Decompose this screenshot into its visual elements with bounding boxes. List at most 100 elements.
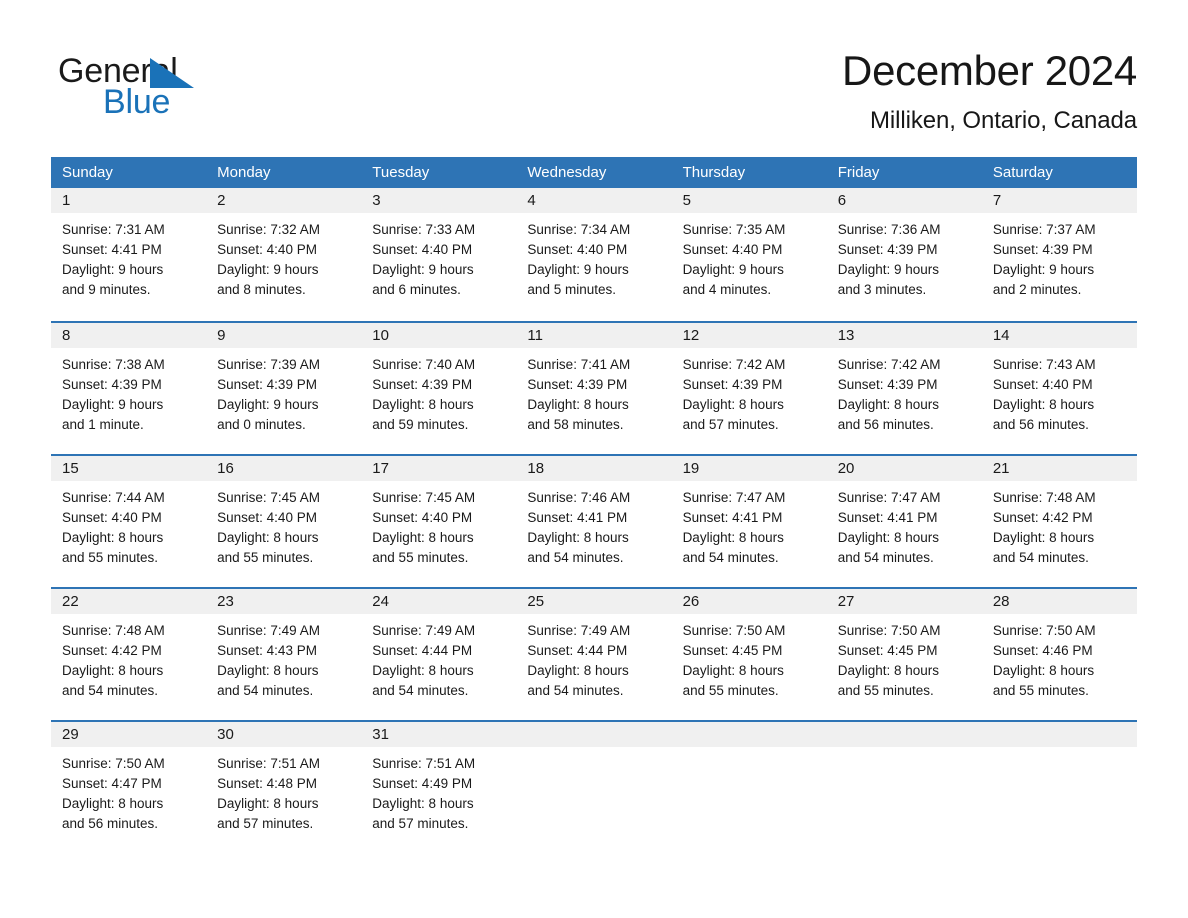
day-cell[interactable]: 3 Sunrise: 7:33 AM Sunset: 4:40 PM Dayli… bbox=[361, 188, 517, 321]
daylight-text-line2: and 55 minutes. bbox=[992, 683, 1089, 698]
day-number: 14 bbox=[992, 327, 1010, 344]
sunrise-text: Sunrise: 7:51 AM bbox=[372, 756, 476, 771]
day-cell[interactable]: 18 Sunrise: 7:46 AM Sunset: 4:41 PM Dayl… bbox=[516, 456, 672, 587]
daylight-text-line2: and 54 minutes. bbox=[527, 683, 624, 698]
sunset-text: Sunset: 4:48 PM bbox=[217, 776, 317, 791]
day-number-band: 31 bbox=[361, 722, 517, 747]
day-cell-empty bbox=[671, 722, 827, 853]
sunrise-text: Sunrise: 7:49 AM bbox=[217, 623, 320, 638]
daylight-text-line2: and 54 minutes. bbox=[527, 550, 624, 565]
day-info: Sunrise: 7:47 AM Sunset: 4:41 PM Dayligh… bbox=[827, 481, 982, 568]
day-cell[interactable]: 31 Sunrise: 7:51 AM Sunset: 4:49 PM Dayl… bbox=[361, 722, 517, 853]
day-number: 9 bbox=[217, 327, 226, 344]
day-cell[interactable]: 2 Sunrise: 7:32 AM Sunset: 4:40 PM Dayli… bbox=[206, 188, 362, 321]
sunrise-text: Sunrise: 7:38 AM bbox=[62, 357, 165, 372]
day-info: Sunrise: 7:42 AM Sunset: 4:39 PM Dayligh… bbox=[672, 348, 827, 435]
day-cell[interactable]: 21 Sunrise: 7:48 AM Sunset: 4:42 PM Dayl… bbox=[981, 456, 1137, 587]
day-cell[interactable]: 14 Sunrise: 7:43 AM Sunset: 4:40 PM Dayl… bbox=[981, 323, 1137, 454]
day-info: Sunrise: 7:49 AM Sunset: 4:44 PM Dayligh… bbox=[516, 614, 671, 701]
sunset-text: Sunset: 4:41 PM bbox=[837, 510, 938, 525]
day-number: 11 bbox=[527, 327, 543, 344]
sunset-text: Sunset: 4:39 PM bbox=[372, 377, 473, 392]
day-info: Sunrise: 7:41 AM Sunset: 4:39 PM Dayligh… bbox=[516, 348, 671, 435]
general-blue-logo[interactable]: General Blue bbox=[58, 52, 318, 122]
day-cell-empty bbox=[826, 722, 982, 853]
sunrise-text: Sunrise: 7:50 AM bbox=[837, 623, 941, 638]
day-number-band: 27 bbox=[826, 589, 982, 614]
day-cell[interactable]: 1 Sunrise: 7:31 AM Sunset: 4:41 PM Dayli… bbox=[51, 188, 207, 321]
day-cell[interactable]: 12 Sunrise: 7:42 AM Sunset: 4:39 PM Dayl… bbox=[671, 323, 827, 454]
day-cell[interactable]: 22 Sunrise: 7:48 AM Sunset: 4:42 PM Dayl… bbox=[51, 589, 207, 720]
daylight-text-line2: and 6 minutes. bbox=[372, 282, 461, 297]
day-number-band: 26 bbox=[671, 589, 827, 614]
day-number-band bbox=[981, 722, 1137, 747]
daylight-text-line1: Daylight: 8 hours bbox=[217, 796, 319, 811]
daylight-text-line1: Daylight: 9 hours bbox=[682, 262, 784, 277]
page-header: General Blue December 2024 Milliken, Ont… bbox=[0, 0, 1188, 156]
day-cell[interactable]: 17 Sunrise: 7:45 AM Sunset: 4:40 PM Dayl… bbox=[361, 456, 517, 587]
day-cell[interactable]: 26 Sunrise: 7:50 AM Sunset: 4:45 PM Dayl… bbox=[671, 589, 827, 720]
daylight-text-line2: and 8 minutes. bbox=[217, 282, 306, 297]
day-cell[interactable]: 28 Sunrise: 7:50 AM Sunset: 4:46 PM Dayl… bbox=[981, 589, 1137, 720]
daylight-text-line1: Daylight: 8 hours bbox=[372, 397, 474, 412]
day-number-band: 18 bbox=[516, 456, 672, 481]
daylight-text-line2: and 59 minutes. bbox=[372, 417, 469, 432]
day-cell[interactable]: 13 Sunrise: 7:42 AM Sunset: 4:39 PM Dayl… bbox=[826, 323, 982, 454]
day-number: 17 bbox=[372, 460, 389, 477]
daylight-text-line1: Daylight: 8 hours bbox=[837, 530, 940, 545]
day-cell[interactable]: 5 Sunrise: 7:35 AM Sunset: 4:40 PM Dayli… bbox=[671, 188, 827, 321]
day-number-band: 13 bbox=[826, 323, 982, 348]
day-number: 7 bbox=[992, 192, 1002, 209]
sunrise-text: Sunrise: 7:32 AM bbox=[217, 222, 320, 237]
day-info: Sunrise: 7:43 AM Sunset: 4:40 PM Dayligh… bbox=[982, 348, 1137, 435]
day-number: 6 bbox=[837, 192, 847, 209]
day-number-band: 2 bbox=[206, 188, 362, 213]
day-cell[interactable]: 11 Sunrise: 7:41 AM Sunset: 4:39 PM Dayl… bbox=[516, 323, 672, 454]
day-cell[interactable]: 16 Sunrise: 7:45 AM Sunset: 4:40 PM Dayl… bbox=[206, 456, 362, 587]
sunset-text: Sunset: 4:47 PM bbox=[62, 776, 162, 791]
sunrise-text: Sunrise: 7:48 AM bbox=[992, 490, 1096, 505]
day-number-band: 4 bbox=[516, 188, 672, 213]
day-info: Sunrise: 7:50 AM Sunset: 4:47 PM Dayligh… bbox=[51, 747, 206, 834]
day-number-band: 1 bbox=[51, 188, 207, 213]
sunset-text: Sunset: 4:40 PM bbox=[217, 510, 317, 525]
day-cell[interactable]: 25 Sunrise: 7:49 AM Sunset: 4:44 PM Dayl… bbox=[516, 589, 672, 720]
day-info: Sunrise: 7:34 AM Sunset: 4:40 PM Dayligh… bbox=[516, 213, 671, 300]
sunrise-text: Sunrise: 7:37 AM bbox=[992, 222, 1096, 237]
day-cell[interactable]: 24 Sunrise: 7:49 AM Sunset: 4:44 PM Dayl… bbox=[361, 589, 517, 720]
daylight-text-line1: Daylight: 9 hours bbox=[62, 262, 164, 277]
daylight-text-line1: Daylight: 8 hours bbox=[682, 663, 784, 678]
location-subtitle: Milliken, Ontario, Canada bbox=[870, 107, 1137, 134]
day-cell[interactable]: 30 Sunrise: 7:51 AM Sunset: 4:48 PM Dayl… bbox=[206, 722, 362, 853]
day-cell[interactable]: 23 Sunrise: 7:49 AM Sunset: 4:43 PM Dayl… bbox=[206, 589, 362, 720]
daylight-text-line2: and 55 minutes. bbox=[837, 683, 934, 698]
daylight-text-line2: and 55 minutes. bbox=[682, 683, 779, 698]
day-cell-empty bbox=[981, 722, 1137, 853]
day-cell[interactable]: 8 Sunrise: 7:38 AM Sunset: 4:39 PM Dayli… bbox=[51, 323, 207, 454]
sunset-text: Sunset: 4:45 PM bbox=[837, 643, 938, 658]
day-number: 25 bbox=[527, 593, 545, 610]
day-cell[interactable]: 20 Sunrise: 7:47 AM Sunset: 4:41 PM Dayl… bbox=[826, 456, 982, 587]
day-info: Sunrise: 7:38 AM Sunset: 4:39 PM Dayligh… bbox=[51, 348, 206, 435]
day-cell[interactable]: 6 Sunrise: 7:36 AM Sunset: 4:39 PM Dayli… bbox=[826, 188, 982, 321]
day-number: 23 bbox=[217, 593, 234, 610]
day-info: Sunrise: 7:37 AM Sunset: 4:39 PM Dayligh… bbox=[982, 213, 1137, 300]
sunset-text: Sunset: 4:41 PM bbox=[62, 242, 162, 257]
day-number: 10 bbox=[372, 327, 389, 344]
day-cell[interactable]: 29 Sunrise: 7:50 AM Sunset: 4:47 PM Dayl… bbox=[51, 722, 207, 853]
daylight-text-line1: Daylight: 8 hours bbox=[527, 530, 629, 545]
day-cell[interactable]: 7 Sunrise: 7:37 AM Sunset: 4:39 PM Dayli… bbox=[981, 188, 1137, 321]
sunset-text: Sunset: 4:40 PM bbox=[527, 242, 628, 257]
day-cell[interactable]: 27 Sunrise: 7:50 AM Sunset: 4:45 PM Dayl… bbox=[826, 589, 982, 720]
daylight-text-line2: and 3 minutes. bbox=[837, 282, 927, 297]
day-info: Sunrise: 7:50 AM Sunset: 4:45 PM Dayligh… bbox=[672, 614, 827, 701]
sunrise-text: Sunrise: 7:31 AM bbox=[62, 222, 165, 237]
day-cell[interactable]: 4 Sunrise: 7:34 AM Sunset: 4:40 PM Dayli… bbox=[516, 188, 672, 321]
day-number-band: 3 bbox=[361, 188, 517, 213]
day-cell[interactable]: 19 Sunrise: 7:47 AM Sunset: 4:41 PM Dayl… bbox=[671, 456, 827, 587]
day-cell[interactable]: 9 Sunrise: 7:39 AM Sunset: 4:39 PM Dayli… bbox=[206, 323, 362, 454]
day-cell[interactable]: 15 Sunrise: 7:44 AM Sunset: 4:40 PM Dayl… bbox=[51, 456, 207, 587]
daylight-text-line1: Daylight: 8 hours bbox=[837, 663, 940, 678]
day-cell[interactable]: 10 Sunrise: 7:40 AM Sunset: 4:39 PM Dayl… bbox=[361, 323, 517, 454]
day-number-band bbox=[671, 722, 827, 747]
